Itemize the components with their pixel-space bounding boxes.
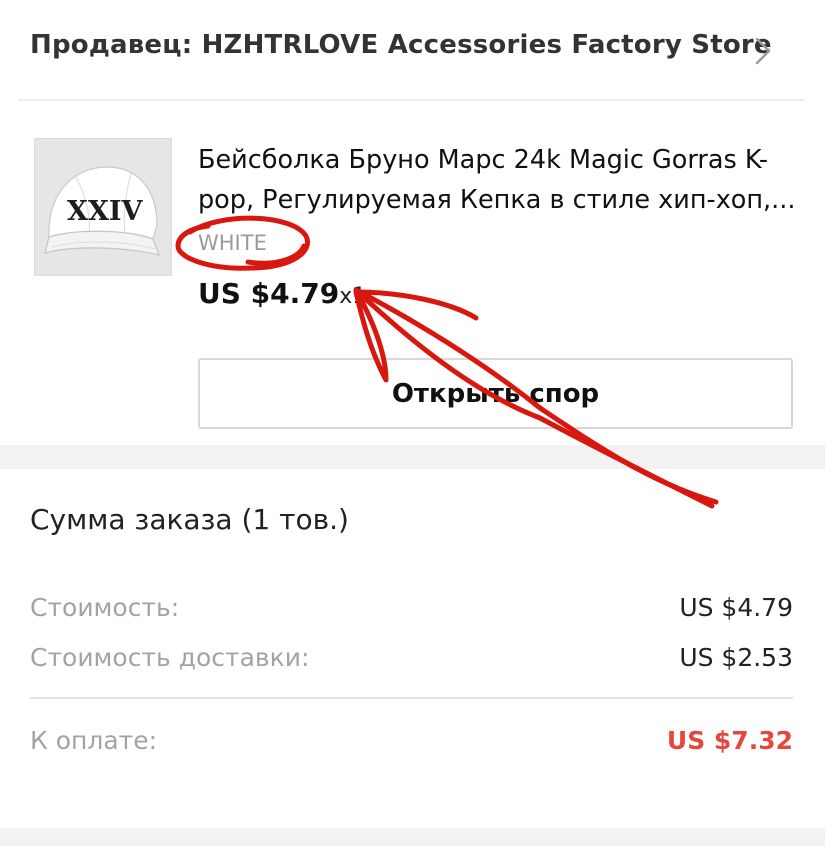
product-price-row: US $4.79x1 <box>198 277 366 310</box>
cost-value: US $4.79 <box>679 593 793 622</box>
seller-row[interactable]: Продавец: HZHTRLOVE Accessories Factory … <box>0 0 825 100</box>
cap-print: XXIV <box>67 196 144 227</box>
order-summary-title: Сумма заказа (1 тов.) <box>30 503 349 536</box>
product-image[interactable]: XXIV <box>34 138 172 276</box>
section-gap <box>0 828 825 846</box>
product-variant: WHITE <box>198 231 267 255</box>
product-title[interactable]: Бейсболка Бруно Марс 24k Magic Gorras K-… <box>198 140 798 220</box>
section-gap <box>0 445 825 469</box>
product-title-line: pop, Регулируемая Кепка в стиле хип-хоп,… <box>198 185 796 215</box>
cap-image: XXIV <box>35 139 171 275</box>
chevron-right-icon <box>755 37 771 65</box>
total-label: К оплате: <box>30 726 158 755</box>
product-price: US $4.79 <box>198 277 340 310</box>
shipping-label: Стоимость доставки: <box>30 643 310 672</box>
open-dispute-button[interactable]: Открыть спор <box>198 358 793 429</box>
product-quantity: x1 <box>339 284 367 309</box>
shipping-value: US $2.53 <box>679 643 793 672</box>
total-value: US $7.32 <box>666 726 793 755</box>
divider <box>30 697 793 699</box>
cost-label: Стоимость: <box>30 593 180 622</box>
divider <box>18 99 804 101</box>
product-title-line: Бейсболка Бруно Марс 24k Magic Gorras K- <box>198 145 769 175</box>
seller-name: Продавец: HZHTRLOVE Accessories Factory … <box>30 30 772 60</box>
